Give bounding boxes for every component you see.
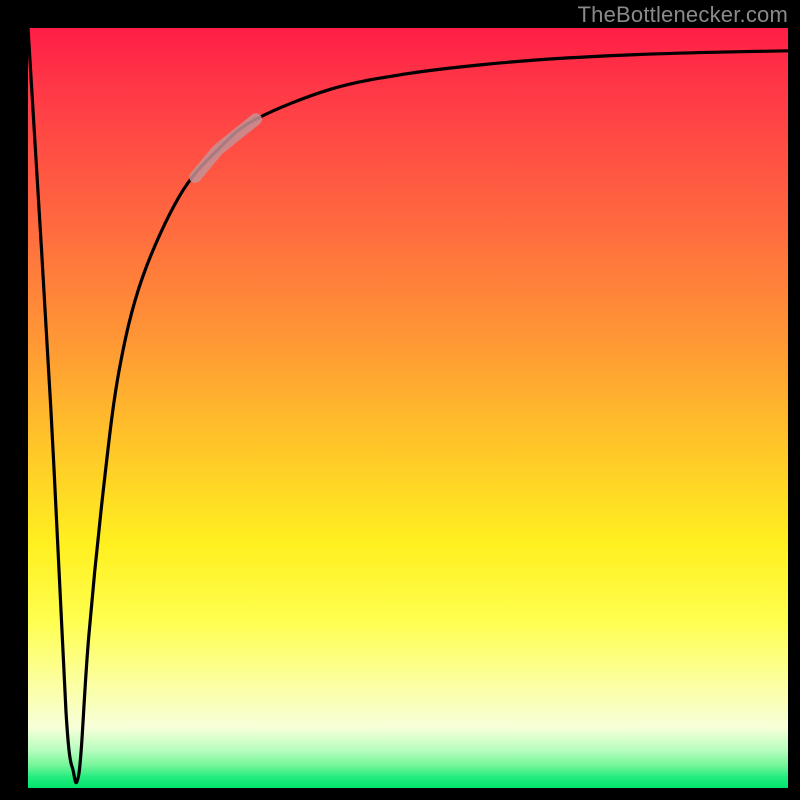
plot-area (28, 28, 788, 788)
bottleneck-curve (28, 28, 788, 783)
chart-frame: TheBottlenecker.com (0, 0, 800, 800)
curve-layer (28, 28, 788, 788)
watermark-text: TheBottlenecker.com (578, 2, 788, 28)
highlight-segment (195, 119, 256, 177)
